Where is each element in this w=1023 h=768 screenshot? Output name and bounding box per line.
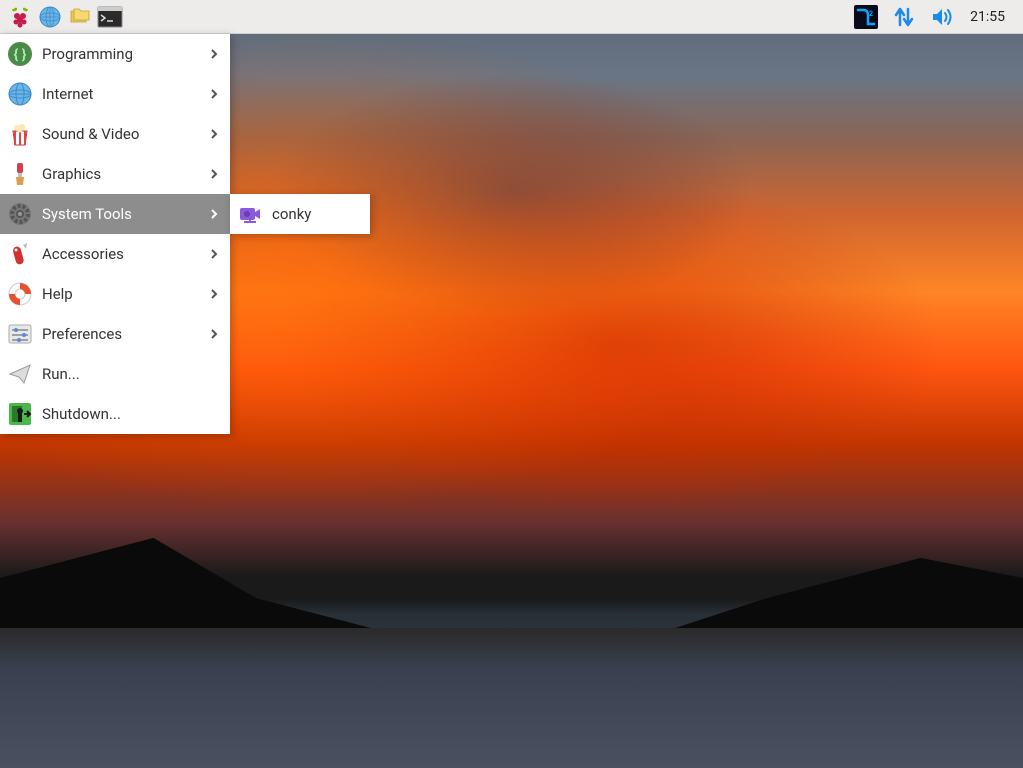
camera-icon (236, 200, 264, 228)
lifebuoy-icon (6, 280, 34, 308)
taskbar-right: 2 21:55 (852, 3, 1017, 31)
browser-launcher[interactable] (36, 3, 64, 31)
menu-item-system-tools[interactable]: System Tools (0, 194, 230, 234)
globe-icon (6, 80, 34, 108)
wallpaper-water (0, 628, 1023, 768)
menu-item-label: Internet (42, 85, 198, 103)
menu-item-label: System Tools (42, 205, 198, 223)
menu-item-label: Shutdown... (42, 405, 222, 423)
taskbar: 2 21:55 (0, 0, 1023, 34)
braces-icon: { } (6, 40, 34, 68)
menu-item-label: Programming (42, 45, 198, 63)
svg-text:2: 2 (869, 10, 873, 18)
file-manager-launcher[interactable] (66, 3, 94, 31)
menu-item-label: Graphics (42, 165, 198, 183)
chevron-right-icon (206, 206, 222, 222)
menu-item-graphics[interactable]: Graphics (0, 154, 230, 194)
paperplane-icon (6, 360, 34, 388)
menu-item-internet[interactable]: Internet (0, 74, 230, 114)
folders-icon (68, 5, 92, 29)
vnc-tray-icon[interactable]: 2 (852, 3, 880, 31)
app-menu-button[interactable] (6, 3, 34, 31)
chevron-right-icon (206, 46, 222, 62)
menu-item-run[interactable]: Run... (0, 354, 230, 394)
menu-item-sound-video[interactable]: Sound & Video (0, 114, 230, 154)
menu-item-label: Accessories (42, 245, 198, 263)
volume-tray-icon[interactable] (928, 3, 956, 31)
menu-item-programming[interactable]: { } Programming (0, 34, 230, 74)
menu-item-preferences[interactable]: Preferences (0, 314, 230, 354)
terminal-icon (97, 6, 123, 28)
raspberry-icon (8, 5, 32, 29)
chevron-right-icon (206, 286, 222, 302)
chevron-right-icon (206, 126, 222, 142)
terminal-launcher[interactable] (96, 3, 124, 31)
globe-icon (38, 5, 62, 29)
clock[interactable]: 21:55 (966, 9, 1009, 25)
popcorn-icon (6, 120, 34, 148)
chevron-right-icon (206, 246, 222, 262)
swissknife-icon (6, 240, 34, 268)
gear-icon (6, 200, 34, 228)
network-updown-icon (892, 5, 916, 29)
menu-item-label: Help (42, 285, 198, 303)
vnc-icon: 2 (853, 4, 879, 30)
speaker-icon (930, 5, 954, 29)
network-tray-icon[interactable] (890, 3, 918, 31)
menu-item-label: Run... (42, 365, 222, 383)
chevron-right-icon (206, 326, 222, 342)
submenu-item-conky[interactable]: conky (230, 194, 370, 234)
menu-item-help[interactable]: Help (0, 274, 230, 314)
exit-icon (6, 400, 34, 428)
taskbar-left (6, 3, 124, 31)
system-tools-submenu: conky (230, 194, 370, 234)
menu-item-shutdown[interactable]: Shutdown... (0, 394, 230, 434)
chevron-right-icon (206, 166, 222, 182)
submenu-item-label: conky (272, 205, 362, 223)
menu-item-accessories[interactable]: Accessories (0, 234, 230, 274)
brush-icon (6, 160, 34, 188)
menu-item-label: Sound & Video (42, 125, 198, 143)
menu-item-label: Preferences (42, 325, 198, 343)
svg-text:{ }: { } (14, 47, 27, 63)
sliders-icon (6, 320, 34, 348)
chevron-right-icon (206, 86, 222, 102)
app-menu: { } Programming Internet Sound & Video G… (0, 34, 230, 434)
